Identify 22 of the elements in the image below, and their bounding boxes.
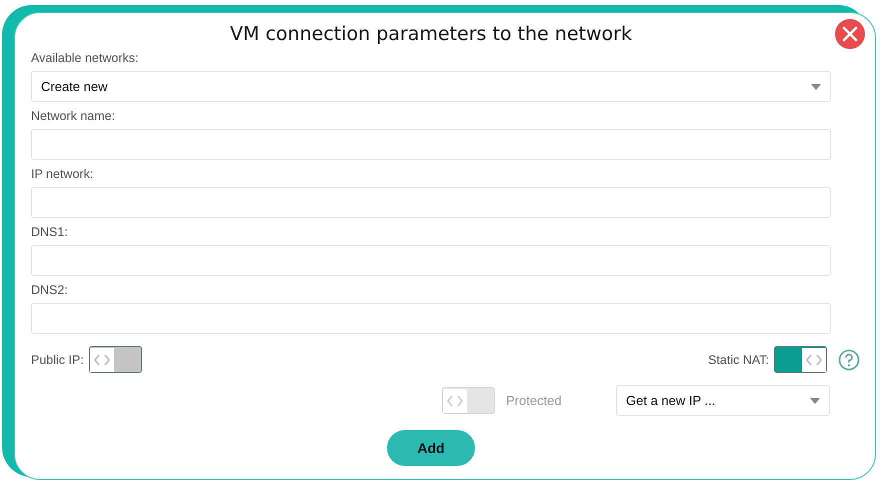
close-icon[interactable] bbox=[835, 19, 865, 49]
field-label: Available networks: bbox=[31, 51, 140, 65]
input-field[interactable] bbox=[31, 187, 831, 218]
caret-icon bbox=[811, 84, 821, 90]
ip-dropdown[interactable]: Get a new IP ... bbox=[616, 385, 830, 416]
static-nat-toggle[interactable] bbox=[774, 346, 827, 373]
caret-icon bbox=[810, 398, 820, 404]
field-label: Network name: bbox=[31, 109, 116, 123]
input-field[interactable] bbox=[31, 303, 831, 334]
field-label: DNS2: bbox=[31, 283, 69, 297]
field-label: IP network: bbox=[31, 167, 94, 181]
field-label: DNS1: bbox=[31, 225, 69, 239]
dialog-title: VM connection parameters to the network bbox=[229, 22, 633, 47]
add-button[interactable]: Add bbox=[387, 430, 475, 466]
toggle-label: Static NAT: bbox=[708, 352, 769, 366]
public-ip-toggle[interactable] bbox=[88, 346, 142, 373]
input-field[interactable] bbox=[31, 245, 831, 276]
toggle-label: Public IP: bbox=[31, 352, 84, 366]
toggle-label: Protected bbox=[506, 393, 563, 408]
input-field[interactable] bbox=[31, 129, 831, 160]
network-dropdown[interactable]: Create new bbox=[31, 71, 831, 102]
help-icon[interactable] bbox=[838, 348, 860, 370]
